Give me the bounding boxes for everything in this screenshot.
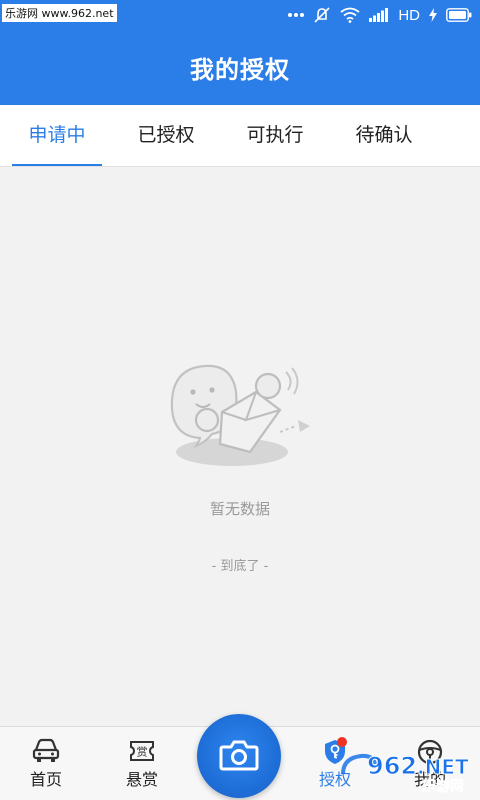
tab-pending-confirm[interactable]: 待确认 (329, 105, 439, 166)
network-type: HD (398, 6, 420, 24)
nav-home[interactable]: 首页 (11, 726, 81, 800)
wifi-icon (340, 7, 360, 23)
watermark-top-left: 乐游网 www.962.net (2, 4, 117, 22)
tab-applying[interactable]: 申请中 (2, 105, 112, 166)
tab-authorized[interactable]: 已授权 (111, 105, 221, 166)
nav-home-label: 首页 (29, 770, 62, 789)
car-icon (32, 738, 60, 762)
list-end-text: - 到底了 - (211, 559, 269, 574)
app-header: 我的授权 (0, 30, 480, 105)
tab-overflow[interactable]: 已 (438, 105, 480, 166)
nav-reward-label: 悬赏 (125, 770, 158, 789)
battery-icon (446, 8, 472, 22)
svg-text:乐游网: 乐游网 (422, 778, 464, 794)
tab-executable[interactable]: 可执行 (220, 105, 330, 166)
camera-icon (219, 740, 259, 771)
tab-active-indicator (12, 164, 102, 166)
empty-state-illustration (160, 360, 320, 475)
empty-state-message: 暂无数据 (209, 500, 270, 518)
status-bar: 乐游网 www.962.net HD (0, 0, 480, 30)
svg-text:.NET: .NET (417, 755, 469, 779)
svg-text:赏: 赏 (137, 746, 148, 759)
camera-button[interactable] (197, 714, 281, 798)
nav-reward[interactable]: 赏 悬赏 (107, 726, 177, 800)
watermark-logo: 962 .NET 乐游网 (337, 744, 472, 795)
status-icons: HD (288, 0, 472, 30)
more-dots-icon (288, 12, 305, 18)
signal-icon (369, 8, 389, 22)
page-title: 我的授权 (190, 56, 290, 84)
status-left: 乐游网 www.962.net (0, 0, 117, 30)
reward-icon: 赏 (130, 741, 154, 761)
tab-bar: 申请中 已授权 可执行 待确认 已 (0, 105, 480, 167)
charging-icon (429, 8, 437, 22)
svg-text:962: 962 (367, 752, 417, 780)
do-not-disturb-icon (313, 6, 331, 24)
